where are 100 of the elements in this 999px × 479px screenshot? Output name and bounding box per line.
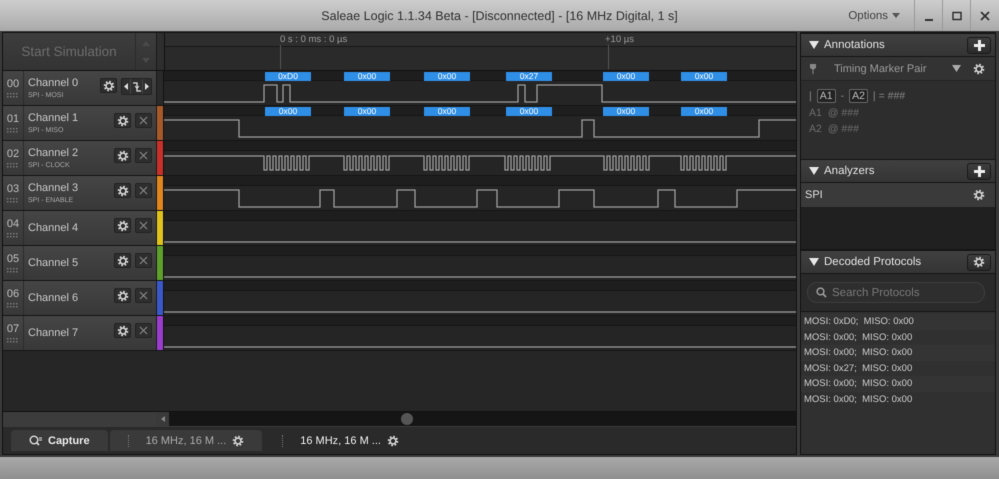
add-button[interactable] [967, 162, 991, 180]
decoded-value-label: 0x00 [681, 72, 727, 81]
channel-number: 05 [6, 253, 20, 265]
marker-chip[interactable]: A2 [849, 89, 868, 103]
close-icon [980, 10, 990, 20]
settings-icon [386, 434, 399, 446]
remove-button[interactable] [135, 113, 152, 128]
add-button[interactable] [967, 36, 991, 54]
channel-name: Channel 0 [28, 77, 80, 89]
decoded-value-label: 0x00 [265, 107, 311, 116]
settings-icon [973, 189, 985, 201]
close-icon [139, 326, 148, 335]
formula-result: | = ### [872, 90, 906, 102]
settings-icon [116, 114, 128, 126]
tab[interactable]: Capture [11, 430, 108, 451]
settings-icon [973, 62, 985, 74]
settings-button[interactable] [114, 218, 131, 233]
minimize-icon [924, 18, 932, 20]
grip-icon[interactable] [7, 198, 19, 203]
remove-button[interactable] [135, 288, 152, 303]
left-arrow-icon [124, 83, 128, 90]
settings-icon [116, 290, 128, 302]
scroll-thumb[interactable] [401, 413, 413, 425]
formula-text: | [809, 90, 812, 102]
settings-button[interactable] [114, 288, 131, 303]
marker-value: @ ### [828, 107, 859, 119]
settings-icon [116, 254, 128, 266]
collapse-triangle-icon [809, 258, 819, 266]
plus-icon [974, 40, 984, 50]
channel-number: 06 [6, 288, 20, 300]
collapse-triangle-icon [809, 41, 819, 49]
settings-button[interactable] [114, 148, 131, 163]
options-menu[interactable]: Options [848, 10, 900, 22]
time-label: +10 µs [605, 34, 634, 45]
decoded-protocol-row[interactable]: MOSI: 0x00; MISO: 0x00 [801, 392, 995, 407]
channel-name: Channel 3 [28, 182, 80, 194]
channel-name: Channel 6 [28, 292, 80, 304]
scroll-left-button[interactable] [156, 412, 169, 426]
trigger-button[interactable] [130, 79, 143, 94]
horizontal-scrollbar[interactable] [169, 412, 796, 426]
decoded-value-label: 0x00 [603, 107, 649, 116]
channel-number: 00 [6, 78, 20, 90]
search-field[interactable]: Search Protocols [807, 282, 985, 303]
falling-edge-icon [132, 82, 140, 92]
section-title: Decoded Protocols [824, 256, 922, 268]
decoded-value-label: 0x00 [344, 72, 390, 81]
close-icon [139, 221, 148, 230]
channel-number: 01 [6, 113, 20, 125]
marker-pin-icon [810, 64, 816, 74]
settings-button[interactable] [114, 323, 131, 338]
tab[interactable]: 16 MHz, 16 M ... [110, 430, 262, 451]
time-label: 0 s : 0 ms : 0 µs [280, 34, 348, 45]
decoded-protocol-row[interactable]: MOSI: 0x27; MISO: 0x00 [801, 360, 995, 376]
channel-name: Channel 1 [28, 112, 80, 124]
remove-button[interactable] [135, 323, 152, 338]
settings-button[interactable] [114, 113, 131, 128]
decoded-value-label: 0x00 [344, 107, 390, 116]
caret-icon [952, 65, 961, 72]
decoded-protocol-row[interactable]: MOSI: 0xD0; MISO: 0x00 [801, 314, 995, 330]
remove-button[interactable] [135, 218, 152, 233]
grip-icon[interactable] [7, 93, 19, 98]
left-arrow-icon [160, 416, 164, 422]
marker-chip[interactable]: A1 [816, 89, 836, 103]
marker-label: A1 [809, 107, 822, 119]
marker-label: A2 [809, 123, 822, 135]
remove-button[interactable] [135, 183, 152, 198]
grip-icon[interactable] [7, 268, 19, 273]
remove-button[interactable] [135, 148, 152, 163]
decoded-protocol-row[interactable]: MOSI: 0x00; MISO: 0x00 [801, 330, 995, 345]
channel-name: Channel 2 [28, 147, 80, 159]
channel-number: 04 [6, 218, 20, 230]
settings-button[interactable] [100, 78, 117, 93]
caret-icon [892, 13, 900, 18]
settings-button[interactable] [114, 183, 131, 198]
search-icon [29, 435, 42, 446]
grip-icon[interactable] [7, 128, 19, 133]
decoded-value-label: 0x00 [424, 72, 470, 81]
close-icon [139, 151, 148, 160]
settings-button[interactable] [114, 253, 131, 268]
section-title: Analyzers [824, 165, 876, 177]
settings-icon [102, 80, 114, 92]
channel-name: Channel 4 [28, 222, 80, 234]
analyzer-item[interactable]: SPI [801, 183, 995, 207]
close-icon [139, 116, 148, 125]
channel-name: Channel 7 [28, 327, 80, 339]
remove-button[interactable] [135, 253, 152, 268]
channel-number: 02 [6, 148, 20, 160]
grip-icon[interactable] [7, 233, 19, 238]
grip-icon[interactable] [7, 303, 19, 308]
decoded-value-label: 0x27 [506, 72, 552, 81]
decoded-value-label: 0xD0 [265, 72, 311, 81]
channel-name: Channel 5 [28, 257, 80, 269]
grip-icon[interactable] [7, 338, 19, 343]
maximize-icon [952, 10, 962, 20]
settings-icon [232, 434, 244, 446]
settings-button[interactable] [967, 254, 991, 270]
section-title: Annotations [824, 39, 886, 51]
decoded-protocol-row[interactable]: MOSI: 0x00; MISO: 0x00 [801, 376, 995, 392]
decoded-protocol-row[interactable]: MOSI: 0x00; MISO: 0x00 [801, 345, 995, 360]
grip-icon[interactable] [7, 163, 19, 168]
